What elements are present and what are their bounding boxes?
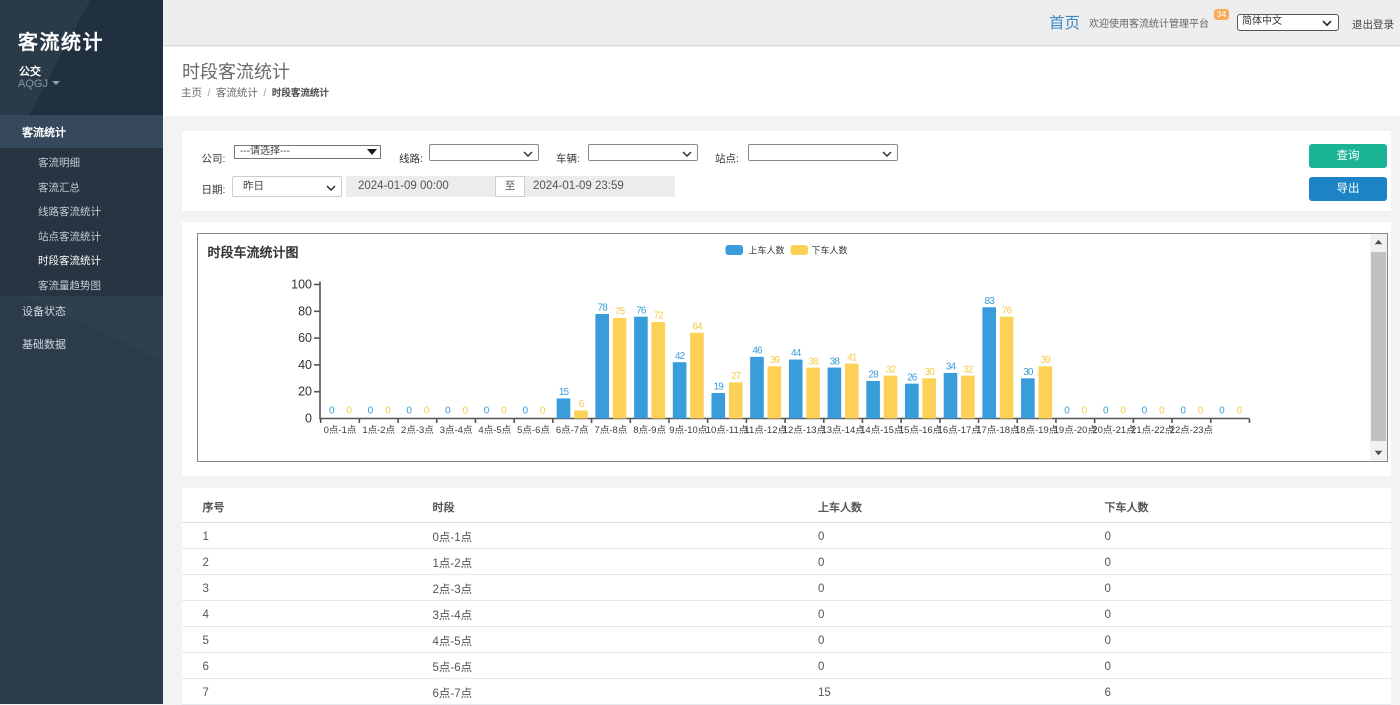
svg-text:0: 0 (501, 405, 507, 416)
svg-text:10点-11点: 10点-11点 (706, 425, 749, 436)
svg-text:11点-12点: 11点-12点 (744, 425, 787, 436)
svg-text:4点-5点: 4点-5点 (478, 425, 511, 436)
svg-text:6: 6 (579, 399, 585, 410)
svg-text:17点-18点: 17点-18点 (976, 425, 1020, 436)
svg-text:7点-8点: 7点-8点 (595, 425, 628, 436)
svg-text:26: 26 (907, 372, 918, 383)
svg-text:0: 0 (385, 405, 391, 416)
svg-text:80: 80 (298, 304, 312, 318)
svg-text:0: 0 (1236, 405, 1242, 416)
svg-text:32: 32 (963, 364, 974, 375)
svg-text:0: 0 (329, 405, 335, 416)
svg-text:0: 0 (522, 405, 528, 416)
svg-text:0: 0 (1103, 405, 1109, 416)
svg-text:60: 60 (298, 331, 312, 345)
svg-text:0点-1点: 0点-1点 (324, 425, 357, 436)
svg-text:0: 0 (1120, 405, 1126, 416)
svg-text:2点-3点: 2点-3点 (401, 425, 434, 436)
svg-text:1点-2点: 1点-2点 (362, 425, 395, 436)
svg-text:3点-4点: 3点-4点 (440, 425, 473, 436)
svg-text:0: 0 (346, 405, 352, 416)
svg-text:19: 19 (714, 382, 725, 393)
svg-text:72: 72 (654, 311, 665, 322)
svg-text:0: 0 (1142, 405, 1148, 416)
svg-text:0: 0 (305, 412, 312, 426)
svg-text:41: 41 (847, 352, 858, 363)
svg-text:0: 0 (484, 405, 490, 416)
svg-text:22点-23点: 22点-23点 (1170, 425, 1214, 436)
svg-text:0: 0 (1159, 405, 1165, 416)
svg-text:46: 46 (752, 346, 763, 357)
svg-text:8点-9点: 8点-9点 (633, 425, 666, 436)
svg-text:40: 40 (298, 358, 312, 372)
svg-text:20: 20 (298, 385, 312, 399)
svg-text:38: 38 (808, 356, 819, 367)
svg-text:14点-15点: 14点-15点 (860, 425, 904, 436)
svg-text:18点-19点: 18点-19点 (1015, 425, 1059, 436)
svg-text:30: 30 (925, 367, 936, 378)
svg-text:39: 39 (1041, 355, 1052, 366)
svg-text:19点-20点: 19点-20点 (1054, 425, 1098, 436)
svg-text:0: 0 (1064, 405, 1070, 416)
svg-text:75: 75 (615, 307, 626, 318)
svg-text:0: 0 (406, 405, 412, 416)
svg-text:76: 76 (636, 305, 647, 316)
svg-text:15点-16点: 15点-16点 (899, 425, 943, 436)
svg-text:5点-6点: 5点-6点 (517, 425, 550, 436)
svg-text:30: 30 (1023, 367, 1034, 378)
svg-text:0: 0 (368, 405, 374, 416)
svg-text:78: 78 (598, 303, 609, 314)
svg-text:38: 38 (830, 356, 841, 367)
svg-text:100: 100 (291, 278, 312, 292)
svg-text:44: 44 (791, 348, 802, 359)
svg-text:16点-17点: 16点-17点 (938, 425, 982, 436)
svg-text:32: 32 (886, 364, 897, 375)
svg-text:13点-14点: 13点-14点 (821, 425, 865, 436)
svg-text:21点-22点: 21点-22点 (1131, 425, 1175, 436)
svg-text:76: 76 (1002, 305, 1013, 316)
svg-text:9点-10点: 9点-10点 (669, 425, 708, 436)
svg-text:27: 27 (731, 371, 742, 382)
svg-text:15: 15 (559, 387, 570, 398)
svg-text:20点-21点: 20点-21点 (1092, 425, 1136, 436)
svg-text:42: 42 (675, 351, 686, 362)
svg-text:83: 83 (985, 296, 996, 307)
svg-text:0: 0 (462, 405, 468, 416)
svg-text:28: 28 (868, 370, 879, 381)
svg-text:0: 0 (1180, 405, 1186, 416)
svg-text:12点-13点: 12点-13点 (783, 425, 827, 436)
svg-text:64: 64 (692, 321, 703, 332)
svg-text:0: 0 (445, 405, 451, 416)
svg-text:0: 0 (1082, 405, 1088, 416)
svg-text:0: 0 (1219, 405, 1225, 416)
svg-text:0: 0 (540, 405, 546, 416)
svg-text:0: 0 (424, 405, 430, 416)
svg-text:34: 34 (946, 362, 957, 373)
svg-text:39: 39 (770, 355, 781, 366)
svg-text:6点-7点: 6点-7点 (556, 425, 589, 436)
svg-text:0: 0 (1198, 405, 1204, 416)
